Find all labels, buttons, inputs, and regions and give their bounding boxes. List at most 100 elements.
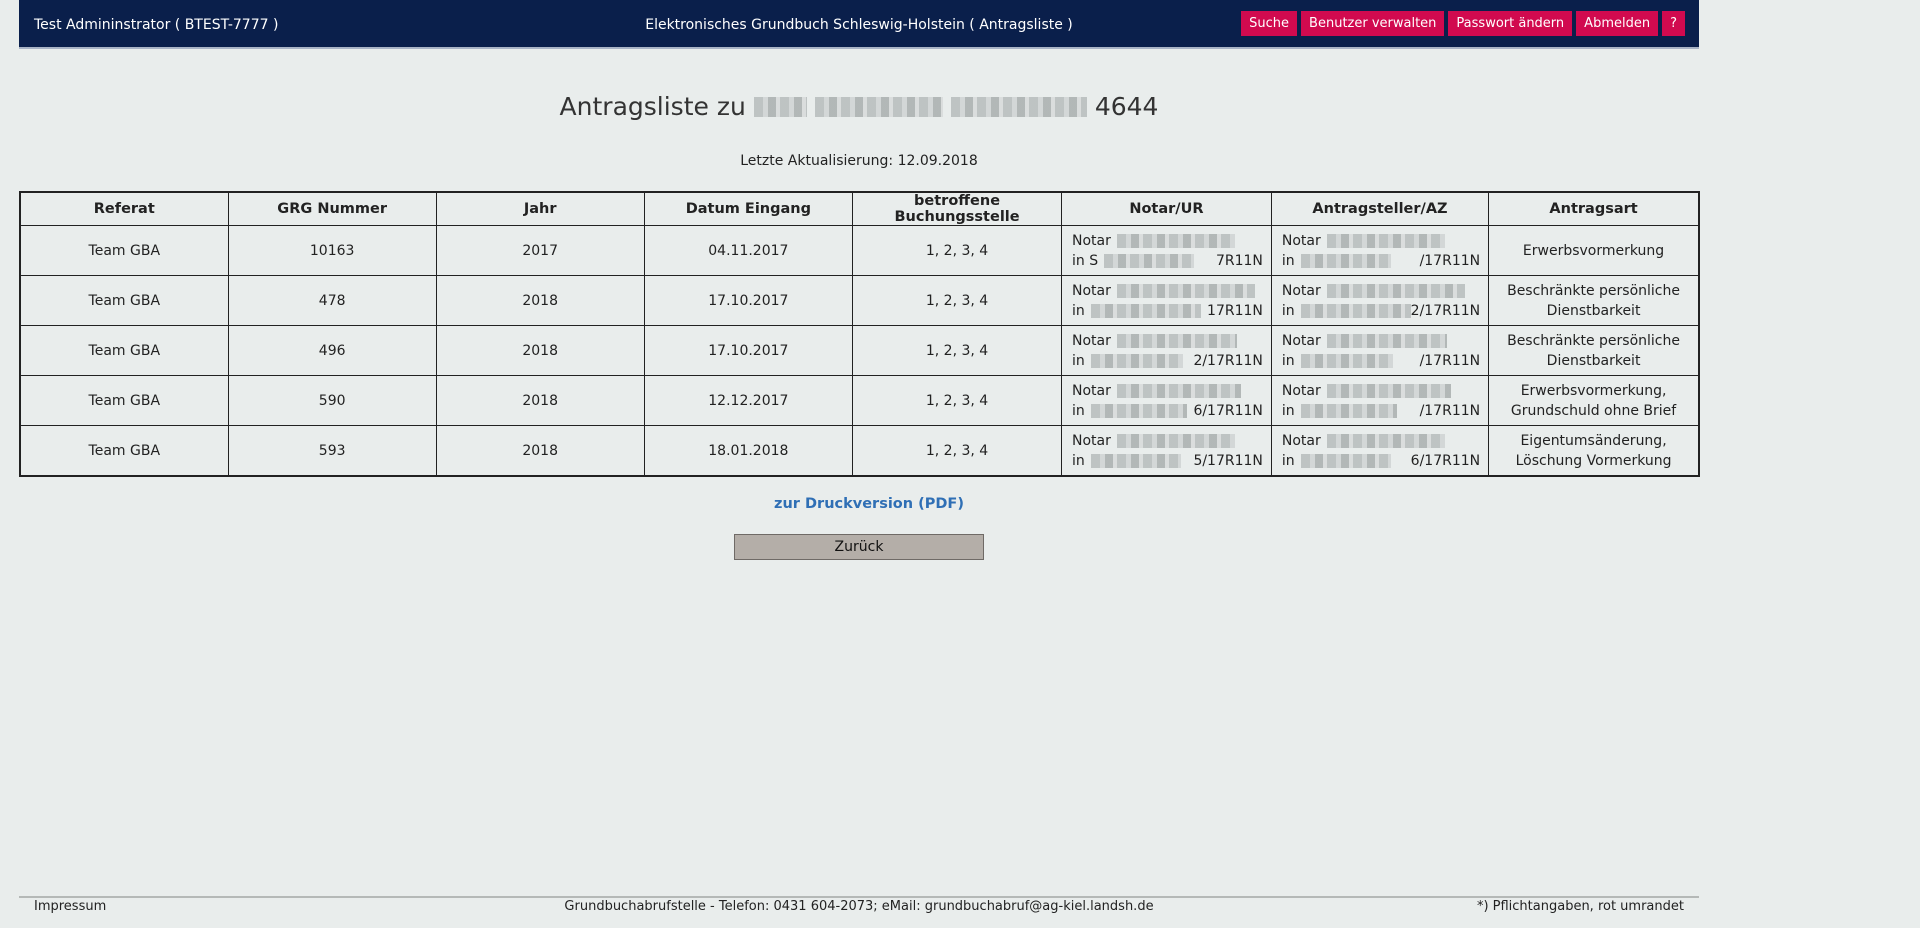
table-row: Team GBA 478 2018 17.10.2017 1, 2, 3, 4 Notar…	[19, 275, 1700, 326]
party-reference: 2/17R11N	[1410, 302, 1481, 319]
change-password-button[interactable]: Passwort ändern	[1448, 11, 1573, 36]
party-line: in 6/17R11N	[1072, 401, 1263, 421]
party-line: Notar	[1282, 381, 1480, 401]
redacted-text	[1326, 383, 1451, 398]
cell-grg-number: 496	[227, 325, 437, 376]
party-line: Notar	[1072, 431, 1263, 451]
column-header: Antragsart	[1488, 191, 1700, 226]
cell-applicant: Notar in 2/17R11N	[1270, 275, 1490, 326]
party-line: Notar	[1282, 281, 1480, 301]
cell-notary: Notar in 17R11N	[1060, 275, 1272, 326]
cell-year: 2018	[435, 375, 645, 426]
cell-grg-number: 593	[227, 425, 437, 477]
cell-applicant: Notar in 6/17R11N	[1270, 425, 1490, 477]
party-line: Notar	[1072, 381, 1263, 401]
table-row: Team GBA 10163 2017 04.11.2017 1, 2, 3, 4 Not…	[19, 225, 1700, 276]
party-location: in	[1281, 402, 1295, 419]
redacted-text	[1116, 383, 1241, 398]
top-bar: Test Admininstrator ( BTEST-7777 ) Elekt…	[19, 0, 1699, 49]
cell-referat: Team GBA	[19, 325, 229, 376]
cell-referat: Team GBA	[19, 375, 229, 426]
search-button[interactable]: Suche	[1241, 11, 1298, 36]
cell-received-date: 17.10.2017	[643, 275, 854, 326]
party-label: Notar	[1071, 282, 1111, 299]
redacted-text	[1300, 303, 1411, 318]
redacted-text	[950, 96, 1087, 117]
cell-booking-position: 1, 2, 3, 4	[852, 225, 1062, 276]
cell-application-type: Beschränkte persönliche Dienstbarkeit	[1488, 325, 1700, 376]
cell-application-type: Beschränkte persönliche Dienstbarkeit	[1488, 275, 1700, 326]
redacted-text	[1300, 353, 1393, 368]
cell-applicant: Notar in/17R11N	[1270, 225, 1490, 276]
party-reference: 5/17R11N	[1193, 452, 1263, 469]
page-title-suffix: 4644	[1094, 92, 1159, 121]
party-line: in S 7R11N	[1072, 251, 1263, 271]
page-title-prefix: Antragsliste zu	[559, 92, 746, 121]
party-reference: 6/17R11N	[1410, 452, 1481, 469]
redacted-text	[1090, 303, 1201, 318]
party-location: in	[1281, 252, 1295, 269]
party-line: Notar	[1072, 281, 1263, 301]
cell-referat: Team GBA	[19, 425, 229, 477]
redacted-text	[1326, 283, 1465, 298]
app-frame: Test Admininstrator ( BTEST-7777 ) Elekt…	[19, 0, 1700, 928]
cell-referat: Team GBA	[19, 275, 229, 326]
column-header: Datum Eingang	[643, 191, 854, 226]
cell-booking-position: 1, 2, 3, 4	[852, 275, 1062, 326]
cell-applicant: Notar in/17R11N	[1270, 325, 1490, 376]
help-button[interactable]: ?	[1662, 11, 1685, 36]
party-reference: /17R11N	[1419, 402, 1481, 419]
party-label: Notar	[1281, 282, 1321, 299]
party-location: in S	[1071, 252, 1099, 269]
cell-notary: Notar in 5/17R11N	[1060, 425, 1272, 477]
print-version-link[interactable]: zur Druckversion (PDF)	[19, 496, 1719, 512]
party-label: Notar	[1071, 332, 1111, 349]
party-line: in/17R11N	[1282, 351, 1480, 371]
table-row: Team GBA 593 2018 18.01.2018 1, 2, 3, 4 Notar…	[19, 425, 1700, 477]
column-header: GRG Nummer	[227, 191, 437, 226]
cell-application-type: Eigentumsänderung, Löschung Vormerkung	[1488, 425, 1700, 477]
column-header: Notar/UR	[1060, 191, 1272, 226]
cell-year: 2018	[435, 275, 645, 326]
party-reference: /17R11N	[1419, 352, 1481, 369]
party-line: Notar	[1282, 331, 1480, 351]
redacted-text	[1326, 333, 1447, 348]
table-row: Team GBA 496 2018 17.10.2017 1, 2, 3, 4 Notar…	[19, 325, 1700, 376]
party-reference: 6/17R11N	[1193, 402, 1263, 419]
party-location: in	[1071, 352, 1085, 369]
party-label: Notar	[1281, 432, 1321, 449]
party-label: Notar	[1071, 432, 1111, 449]
redacted-text	[1116, 333, 1237, 348]
party-label: Notar	[1281, 382, 1321, 399]
cell-received-date: 18.01.2018	[643, 425, 854, 477]
cell-notary: Notar in S 7R11N	[1060, 225, 1272, 276]
redacted-text	[814, 96, 943, 117]
redacted-text	[1300, 403, 1397, 418]
cell-booking-position: 1, 2, 3, 4	[852, 425, 1062, 477]
redacted-text	[1300, 253, 1391, 268]
party-location: in	[1071, 452, 1085, 469]
party-reference: /17R11N	[1419, 252, 1481, 269]
manage-users-button[interactable]: Benutzer verwalten	[1301, 11, 1445, 36]
page-title: Antragsliste zu 4644	[19, 92, 1699, 121]
redacted-text	[1116, 233, 1235, 248]
party-reference: 7R11N	[1215, 252, 1263, 269]
cell-applicant: Notar in/17R11N	[1270, 375, 1490, 426]
column-header: Referat	[19, 191, 229, 226]
party-line: Notar	[1282, 231, 1480, 251]
cell-received-date: 12.12.2017	[643, 375, 854, 426]
cell-referat: Team GBA	[19, 225, 229, 276]
logout-button[interactable]: Abmelden	[1576, 11, 1659, 36]
party-location: in	[1071, 302, 1085, 319]
footer-divider	[19, 896, 1699, 898]
party-line: Notar	[1282, 431, 1480, 451]
party-line: Notar	[1072, 231, 1263, 251]
party-reference: 17R11N	[1207, 302, 1263, 319]
party-line: in 6/17R11N	[1282, 451, 1480, 471]
back-button[interactable]: Zurück	[734, 534, 984, 560]
party-label: Notar	[1281, 232, 1321, 249]
cell-grg-number: 478	[227, 275, 437, 326]
redacted-text	[1326, 433, 1445, 448]
party-location: in	[1071, 402, 1085, 419]
cell-year: 2017	[435, 225, 645, 276]
